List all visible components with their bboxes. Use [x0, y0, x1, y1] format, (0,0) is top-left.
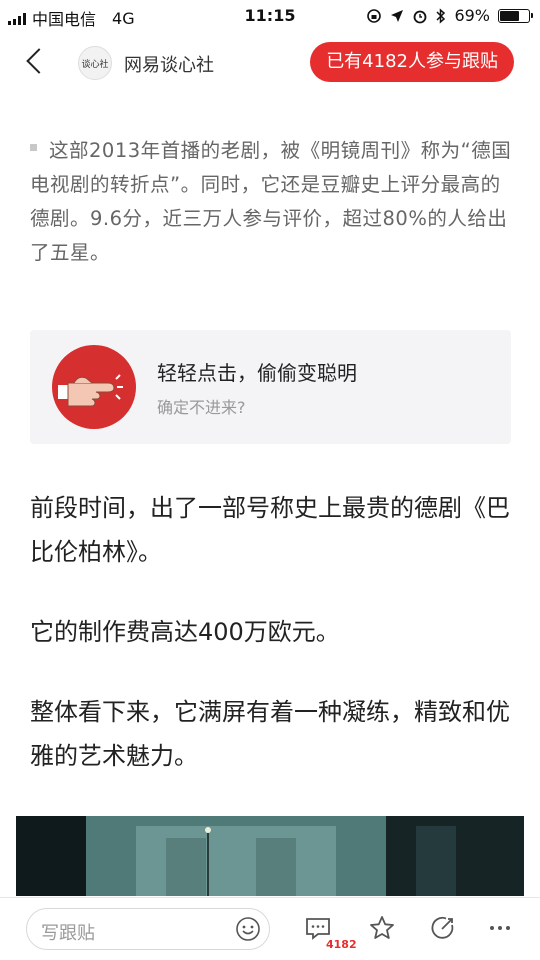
- quote-text: 这部2013年首播的老剧，被《明镜周刊》称为“德国电视剧的转折点”。同时，它还是…: [30, 139, 512, 264]
- location-icon: [391, 9, 404, 22]
- status-right: 69%: [366, 6, 533, 25]
- battery-fill: [500, 10, 519, 21]
- comment-count-badge: 4182: [326, 938, 357, 951]
- screen-lock-icon: [367, 8, 382, 23]
- back-button[interactable]: [22, 44, 56, 78]
- source-name[interactable]: 网易谈心社: [124, 51, 214, 77]
- promo-subtitle: 确定不进来?: [157, 398, 246, 417]
- body-paragraph-3: 整体看下来，它满屏有着一种凝练，精致和优雅的艺术魅力。: [30, 698, 510, 770]
- promo-card[interactable]: 轻轻点击，偷偷变聪明 确定不进来?: [30, 330, 511, 444]
- bluetooth-icon: [436, 7, 446, 24]
- battery-percent: 69%: [454, 6, 490, 25]
- comment-input[interactable]: 写跟贴: [26, 908, 270, 950]
- emoji-icon[interactable]: [235, 916, 261, 942]
- quote-marker: [30, 144, 37, 151]
- share-icon[interactable]: [428, 914, 456, 942]
- quote-paragraph: 这部2013年首播的老剧，被《明镜周刊》称为“德国电视剧的转折点”。同时，它还是…: [30, 134, 514, 270]
- more-icon[interactable]: [486, 914, 514, 942]
- alarm-icon: [414, 10, 427, 23]
- star-icon[interactable]: [368, 914, 396, 942]
- comment-placeholder: 写跟贴: [41, 923, 95, 944]
- body-paragraph-1: 前段时间，出了一部号称史上最贵的德剧《巴比伦柏林》。: [30, 494, 510, 566]
- follow-comments-button[interactable]: 已有4182人参与跟贴: [310, 42, 514, 82]
- body-paragraph-2: 它的制作费高达400万欧元。: [30, 618, 340, 646]
- battery-icon: [498, 8, 533, 23]
- promo-title: 轻轻点击，偷偷变聪明: [157, 361, 357, 385]
- bottom-toolbar: 写跟贴 4182: [0, 897, 540, 960]
- pointing-hand-icon: [52, 345, 136, 429]
- source-logo[interactable]: 谈心社: [78, 46, 112, 80]
- article-image[interactable]: [16, 816, 524, 896]
- nav-bar: 谈心社 网易谈心社 已有4182人参与跟贴: [0, 32, 540, 92]
- status-bar: 中国电信 4G 11:15 69%: [0, 0, 540, 32]
